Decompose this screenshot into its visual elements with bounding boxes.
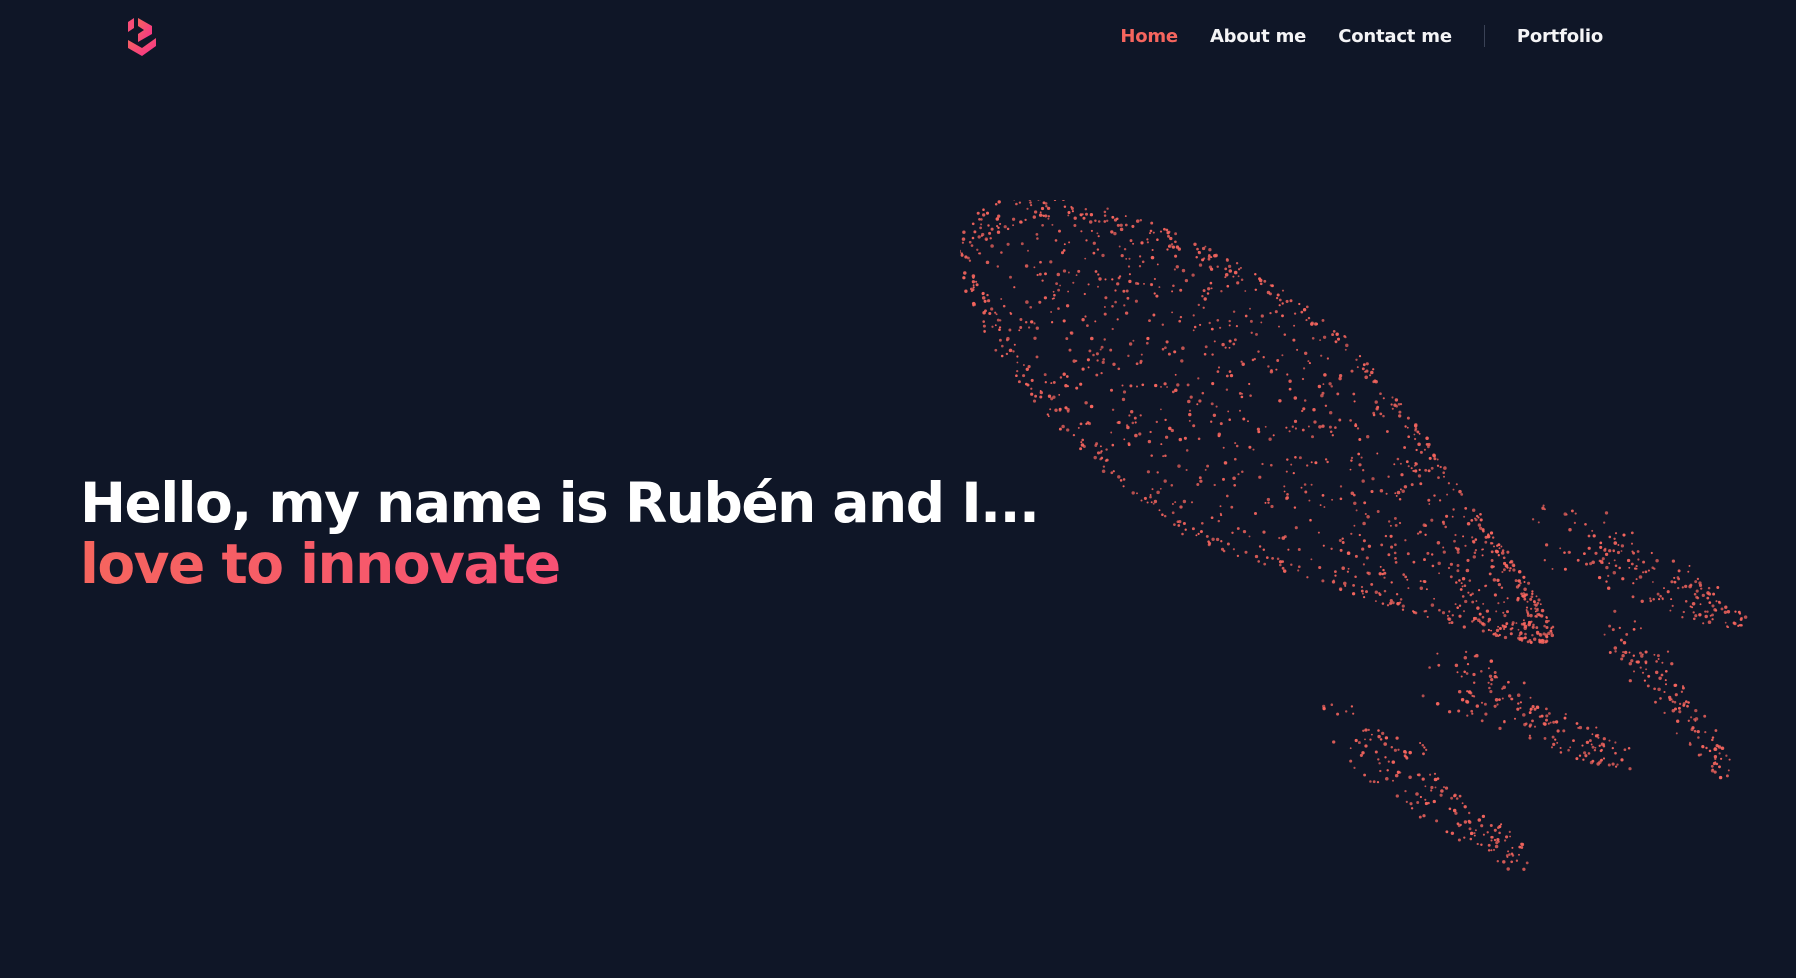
nav-divider xyxy=(1483,25,1485,47)
hero-section: Hello, my name is Rubén and I... love to… xyxy=(80,471,1040,594)
nav-link-contact[interactable]: Contact me xyxy=(1338,26,1452,47)
nav-link-home[interactable]: Home xyxy=(1120,26,1178,47)
particle-rocket-icon xyxy=(960,200,1748,871)
site-header: Home About me Contact me Portfolio xyxy=(0,0,1796,76)
r-logo-icon[interactable] xyxy=(126,16,158,58)
hero-tagline: love to innovate xyxy=(80,534,1038,594)
page: Home About me Contact me Portfolio Hello… xyxy=(0,0,1796,978)
hero-heading: Hello, my name is Rubén and I... xyxy=(80,471,1040,535)
nav-link-portfolio[interactable]: Portfolio xyxy=(1517,26,1603,47)
main-nav: Home About me Contact me Portfolio xyxy=(1088,25,1603,47)
nav-link-about[interactable]: About me xyxy=(1210,26,1306,47)
